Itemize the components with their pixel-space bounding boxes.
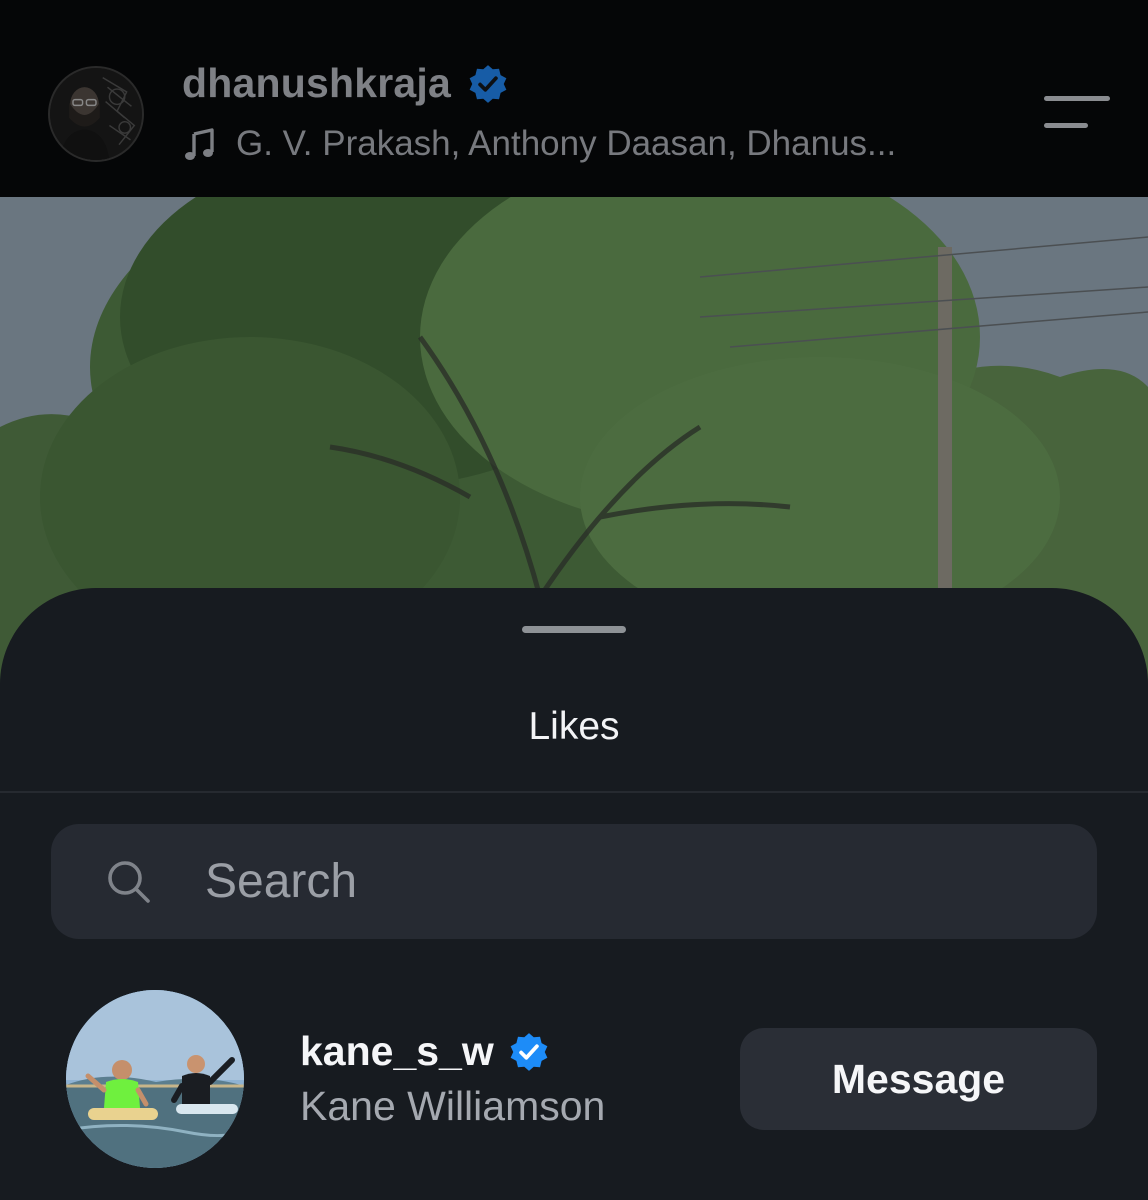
row-full-name: Kane Williamson [300,1083,606,1129]
post-audio-row[interactable]: G. V. Prakash, Anthony Daasan, Dhanus... [182,124,896,164]
menu-lines-icon[interactable] [1044,96,1110,132]
sheet-title: Likes [528,705,620,748]
post-header: dhanushkraja G. V. Prakash, Anthony Daas… [0,0,1148,197]
music-note-icon [182,126,218,162]
post-audio-text: G. V. Prakash, Anthony Daasan, Dhanus... [236,124,897,163]
search-input[interactable] [205,846,1065,917]
verified-badge-icon [508,1031,550,1073]
post-username-row: dhanushkraja [182,60,509,107]
sheet-drag-handle[interactable] [522,626,626,633]
search-box[interactable] [51,824,1097,939]
row-username-line: kane_s_w [300,1028,605,1075]
verified-badge-icon [467,63,509,105]
avatar[interactable] [66,990,244,1168]
search-icon [103,856,155,908]
row-username[interactable]: kane_s_w [300,1028,494,1075]
post-username[interactable]: dhanushkraja [182,60,451,107]
row-text: kane_s_w Kane Williamson [300,1028,605,1130]
list-item[interactable]: kane_s_w Kane Williamson Message [0,988,1148,1172]
sheet-divider [0,791,1148,793]
message-button[interactable]: Message [740,1028,1097,1130]
post-author-avatar[interactable] [48,66,144,162]
likes-sheet: Likes Search kane_s_w Kane Williamson Me… [0,588,1148,1200]
